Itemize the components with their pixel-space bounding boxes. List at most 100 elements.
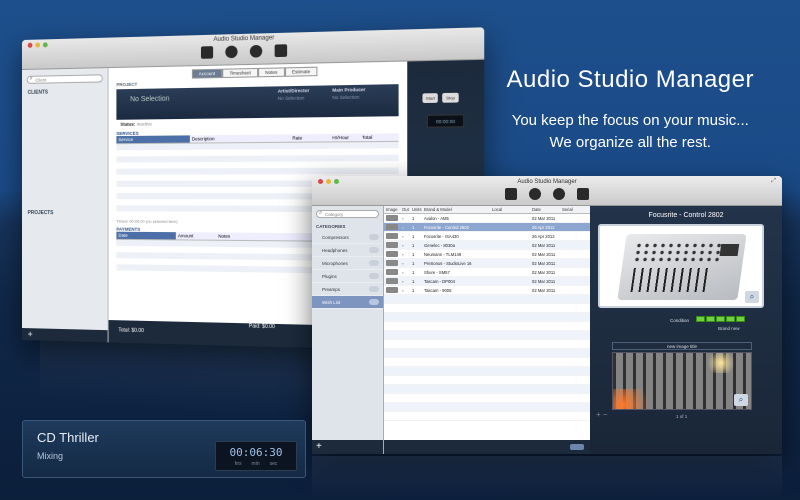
gear-row[interactable]: ▫ 1 PreSonus - StudioLive 16 02 Mar 2011 (384, 259, 590, 268)
headphones-icon[interactable] (249, 44, 263, 58)
payments-col-amount[interactable]: Amount (176, 232, 216, 240)
out-checkbox[interactable]: ▫ (400, 234, 410, 239)
out-checkbox[interactable]: ▫ (400, 279, 410, 284)
col-brand-model[interactable]: Brand & Model (422, 207, 490, 212)
printer-icon[interactable] (577, 188, 589, 200)
thumbnail (384, 260, 400, 266)
start-button[interactable]: Start (422, 93, 439, 104)
zoom-icon[interactable] (42, 42, 48, 48)
category-item-plugins[interactable]: Plugins (312, 270, 383, 283)
out-checkbox[interactable]: ▫ (400, 261, 410, 266)
out-checkbox[interactable]: ▫ (400, 225, 410, 230)
gear-row[interactable]: ▫ 1 Shure - SM57 02 Mar 2011 (384, 268, 590, 277)
count-badge (369, 273, 379, 279)
producer-value[interactable]: No Selection (332, 94, 359, 100)
gear-row[interactable]: ▫ 1 Tascam - DP004 02 Mar 2011 (384, 277, 590, 286)
artist-label: Artist/Director (277, 87, 310, 94)
col-units[interactable]: Units (410, 207, 422, 212)
gear-row[interactable]: ▫ 1 Focusrite - Control 2802 26 Apr 2012 (384, 223, 590, 232)
category-search-input[interactable]: Category (316, 210, 379, 218)
category-item-preamps[interactable]: Preamps (312, 283, 383, 296)
condition-meter[interactable] (696, 316, 745, 322)
out-checkbox[interactable]: ▫ (400, 270, 410, 275)
app-store-banner: Audio Studio Manager Client CLIENTS PROJ… (0, 0, 800, 500)
condition-label: Condition (670, 318, 690, 323)
stop-button[interactable]: Stop (442, 92, 459, 103)
services-col-hours[interactable]: Hr/Hour (330, 134, 360, 142)
units-cell: 1 (412, 251, 415, 257)
window-controls[interactable] (318, 179, 339, 184)
payments-col-date[interactable]: Date (116, 231, 176, 240)
col-date[interactable]: Date (530, 207, 560, 212)
gear-row[interactable]: ▫ 1 Neumann - TLM149 02 Mar 2011 (384, 250, 590, 259)
status-value[interactable]: Inactive (137, 121, 152, 126)
cd-icon[interactable] (529, 188, 541, 200)
cd-icon[interactable] (225, 45, 238, 59)
out-checkbox[interactable]: ▫ (400, 288, 410, 293)
producer-label: Main Producer (332, 86, 366, 93)
gear-row[interactable]: ▫ 1 Genelec - 8030a 02 Mar 2011 (384, 241, 590, 250)
gear-name: Focusrite - Control 2802 (648, 212, 724, 219)
category-item-microphones[interactable]: Microphones (312, 257, 383, 270)
image-title-field[interactable]: new image title (612, 342, 752, 350)
elapsed-timer: 00:06:30 hrs min sec (215, 441, 297, 471)
seconds-label: sec (269, 461, 278, 467)
photo-add-remove-buttons[interactable]: + − (596, 410, 608, 419)
list-page-button[interactable] (570, 444, 584, 450)
gear-row[interactable]: ▫ 1 Focusrite - ISA430 26 Apr 2012 (384, 232, 590, 241)
printer-icon[interactable] (274, 44, 288, 58)
payments-col-notes[interactable]: Notes (216, 232, 232, 239)
fullscreen-icon[interactable]: ⤢ (771, 178, 776, 185)
magnify-icon[interactable]: ⌕ (734, 394, 748, 406)
out-checkbox[interactable]: ▫ (400, 243, 410, 248)
empty-row (384, 295, 590, 304)
clients-heading: CLIENTS (27, 89, 49, 96)
category-item-compressors[interactable]: Compressors (312, 231, 383, 244)
category-item-headphones[interactable]: Headphones (312, 244, 383, 257)
col-out[interactable]: Out (400, 207, 410, 212)
gear-list: Image Out Units Brand & Model Local Date… (384, 206, 590, 454)
count-badge (369, 286, 379, 292)
close-icon[interactable] (27, 42, 33, 48)
out-checkbox[interactable]: ▫ (400, 216, 410, 221)
project-name: CD Thriller (37, 430, 99, 445)
thumbnail (384, 215, 400, 221)
col-local[interactable]: Local (490, 207, 530, 212)
zoom-icon[interactable] (334, 179, 339, 184)
tab-estimate[interactable]: Estimate (284, 66, 318, 77)
services-col-service[interactable]: Service (116, 135, 190, 144)
out-checkbox[interactable]: ▫ (400, 252, 410, 257)
minimize-icon[interactable] (326, 179, 331, 184)
condition-segment (706, 316, 715, 322)
home-icon[interactable] (505, 188, 517, 200)
home-icon[interactable] (200, 46, 214, 59)
condition-segment (736, 316, 745, 322)
artist-value[interactable]: No Selection (278, 95, 305, 101)
gear-list-footer (384, 440, 590, 454)
magnify-icon[interactable]: ⌕ (745, 291, 759, 303)
date-cell: 02 Mar 2011 (532, 242, 556, 248)
minimize-icon[interactable] (35, 42, 41, 48)
services-col-total[interactable]: Total (360, 134, 374, 142)
tab-timesheet[interactable]: Timesheet (222, 67, 259, 79)
client-search-input[interactable]: Client (26, 74, 103, 84)
add-client-button[interactable]: + (22, 328, 108, 343)
col-serial[interactable]: Serial (560, 207, 588, 212)
thumbnail (384, 242, 400, 248)
add-category-button[interactable]: + (312, 440, 383, 454)
window-controls[interactable] (27, 42, 48, 48)
timer-display: 00:00:00 (426, 114, 465, 128)
services-col-description[interactable]: Description (190, 134, 290, 142)
tab-notes[interactable]: Notes (258, 67, 285, 78)
col-image[interactable]: Image (384, 207, 400, 212)
services-col-rate[interactable]: Rate (290, 134, 330, 142)
empty-row (384, 376, 590, 385)
empty-row (384, 331, 590, 340)
headphones-icon[interactable] (553, 188, 565, 200)
units-cell: 1 (412, 242, 415, 248)
gear-row[interactable]: ▫ 1 Avalon - AM5 02 Mar 2011 (384, 214, 590, 223)
tab-account[interactable]: Account (191, 68, 223, 79)
category-item-wish-list[interactable]: Wish List (312, 296, 383, 309)
gear-row[interactable]: ▫ 1 Tascam - 9005 02 Mar 2011 (384, 286, 590, 295)
close-icon[interactable] (318, 179, 323, 184)
